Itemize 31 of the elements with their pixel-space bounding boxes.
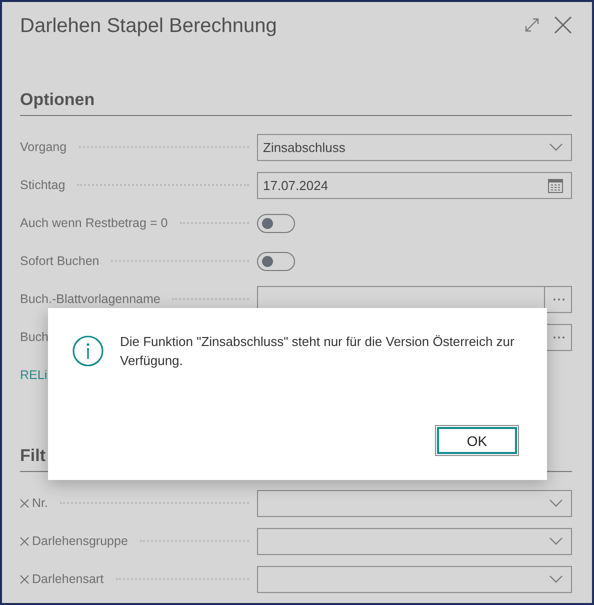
- expand-icon[interactable]: [524, 17, 540, 33]
- field-label: Buch: [20, 330, 48, 344]
- dropdown-field[interactable]: [257, 490, 572, 516]
- section-heading: Optionen: [20, 90, 572, 116]
- field-label: Auch wenn Restbetrag = 0: [20, 216, 168, 230]
- toggle-switch[interactable]: [257, 214, 295, 232]
- dialog-message: Die Funktion "Zinsabschluss" steht nur für die Version Österreich zur Verfügung.: [120, 333, 515, 370]
- field-label: Darlehensart: [32, 572, 104, 586]
- dropdown-field[interactable]: Zinsabschluss: [257, 134, 572, 160]
- dropdown-field[interactable]: [257, 528, 572, 554]
- field-label: Stichtag: [20, 178, 66, 192]
- chevron-down-icon: [549, 537, 563, 545]
- chevron-down-icon: [549, 499, 563, 507]
- dropdown-field[interactable]: [257, 566, 572, 592]
- toggle-switch[interactable]: [257, 252, 295, 270]
- close-icon[interactable]: [554, 16, 572, 34]
- calendar-icon[interactable]: [548, 178, 563, 192]
- field-label: Buch.-Blattvorlagenname: [20, 292, 160, 306]
- ok-button[interactable]: OK: [435, 425, 519, 456]
- field-label: Darlehensgruppe: [32, 534, 128, 548]
- remove-filter-icon[interactable]: [20, 536, 29, 546]
- field-label: Nr.: [32, 496, 48, 510]
- info-icon: [72, 335, 104, 367]
- chevron-down-icon: [549, 575, 563, 583]
- field-label: Sofort Buchen: [20, 254, 100, 268]
- remove-filter-icon[interactable]: [20, 574, 29, 584]
- date-field[interactable]: 17.07.2024: [257, 172, 572, 198]
- chevron-down-icon: [549, 143, 563, 151]
- remove-filter-icon[interactable]: [20, 498, 29, 508]
- field-label: Vorgang: [20, 140, 67, 154]
- window-title: Darlehen Stapel Berechnung: [20, 14, 278, 38]
